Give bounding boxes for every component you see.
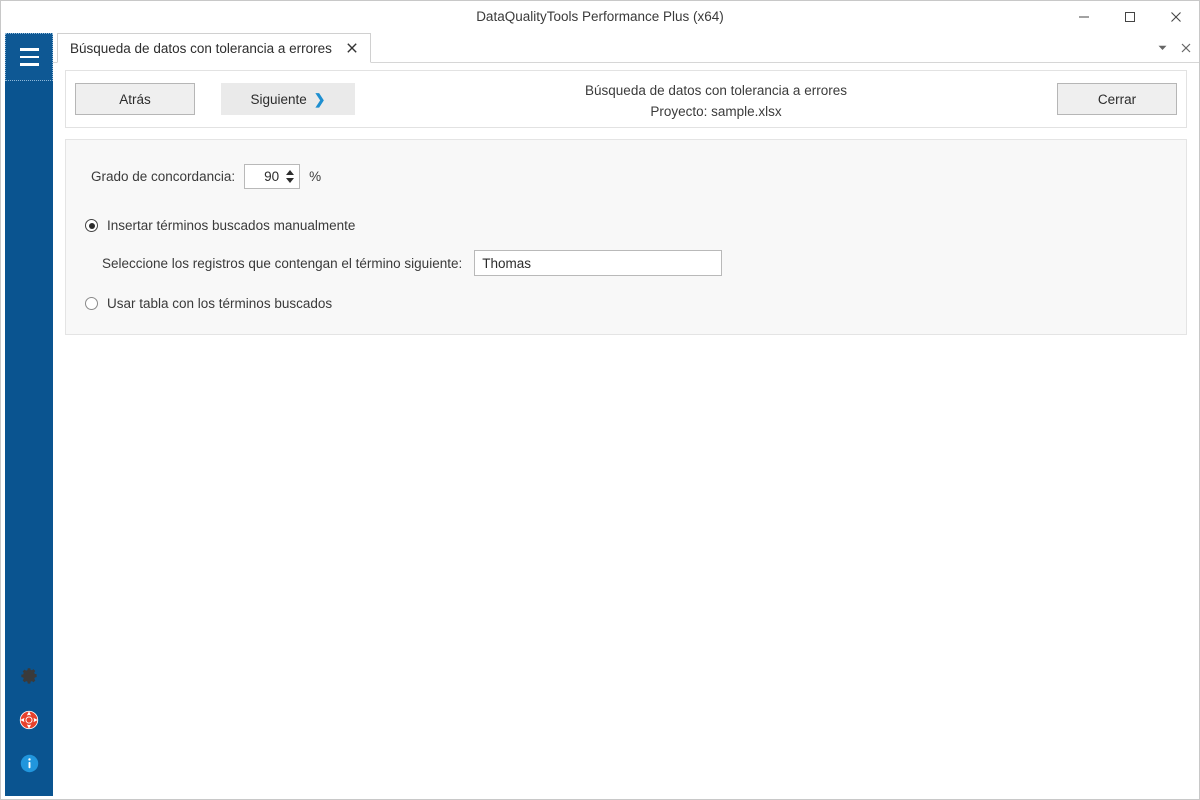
search-term-label: Seleccione los registros que contengan e… <box>102 255 463 271</box>
radio-manual-label: Insertar términos buscados manualmente <box>107 218 356 233</box>
close-button[interactable] <box>1153 1 1199 33</box>
stepper-down-icon[interactable] <box>285 178 294 183</box>
title-bar: DataQualityTools Performance Plus (x64) <box>1 1 1199 33</box>
close-wizard-label: Cerrar <box>1097 91 1137 107</box>
menu-icon-bar-2 <box>19 55 39 59</box>
close-tab-icon[interactable] <box>1179 40 1193 56</box>
back-button-label: Atrás <box>119 91 151 107</box>
match-degree-label: Grado de concordancia: <box>91 169 236 184</box>
lifebuoy-icon <box>19 710 39 735</box>
gear-icon <box>20 666 39 690</box>
chevron-right-icon: ❯ <box>313 91 326 107</box>
tab-strip: Búsqueda de datos con tolerancia a error… <box>53 33 1199 63</box>
window-title: DataQualityTools Performance Plus (x64) <box>476 9 724 24</box>
info-icon <box>20 754 39 778</box>
project-subtitle: Proyecto: sample.xlsx <box>650 104 782 119</box>
radio-table-icon[interactable] <box>85 297 98 310</box>
menu-button[interactable] <box>5 33 53 81</box>
stepper-arrows <box>283 165 299 188</box>
menu-icon-bar-3 <box>19 63 39 66</box>
radio-option-manual[interactable]: Insertar términos buscados manualmente <box>85 218 355 233</box>
close-wizard-button[interactable]: Cerrar <box>1057 83 1177 115</box>
page-title: Búsqueda de datos con tolerancia a error… <box>585 83 847 98</box>
maximize-button[interactable] <box>1107 1 1153 33</box>
minimize-button[interactable] <box>1061 1 1107 33</box>
radio-table-label: Usar tabla con los términos buscados <box>107 296 333 311</box>
back-button[interactable]: Atrás <box>75 83 195 115</box>
window-controls <box>1061 1 1199 33</box>
match-degree-stepper[interactable]: 90 <box>244 164 301 189</box>
next-button[interactable]: Siguiente ❯ <box>221 83 355 115</box>
tab-strip-controls <box>1155 33 1193 63</box>
command-bar: Atrás Siguiente ❯ Búsqueda de datos con … <box>65 70 1187 128</box>
command-bar-heading: Búsqueda de datos con tolerancia a error… <box>396 80 1036 122</box>
chevron-down-icon[interactable] <box>1155 40 1169 56</box>
content-area: Atrás Siguiente ❯ Búsqueda de datos con … <box>53 63 1199 796</box>
application-window: DataQualityTools Performance Plus (x64) <box>0 0 1200 800</box>
next-button-label: Siguiente <box>250 91 307 107</box>
match-degree-row: Grado de concordancia: 90 % <box>91 164 321 189</box>
sidebar <box>5 33 53 796</box>
sidebar-item-info[interactable] <box>5 744 53 788</box>
sidebar-bottom-icons <box>5 656 53 788</box>
stepper-up-icon[interactable] <box>285 170 294 175</box>
tab-fuzzy-search[interactable]: Búsqueda de datos con tolerancia a error… <box>57 33 371 63</box>
match-degree-unit: % <box>309 169 322 184</box>
radio-option-table[interactable]: Usar tabla con los términos buscados <box>85 296 332 311</box>
match-degree-value: 90 <box>264 169 280 184</box>
settings-panel: Grado de concordancia: 90 % Insertar tér… <box>65 139 1187 335</box>
sidebar-item-settings[interactable] <box>5 656 53 700</box>
menu-icon <box>19 48 39 51</box>
radio-manual-icon[interactable] <box>85 219 98 232</box>
search-term-input[interactable] <box>474 250 723 276</box>
tab-close-icon[interactable] <box>344 40 360 56</box>
sidebar-item-support[interactable] <box>5 700 53 744</box>
search-term-row: Seleccione los registros que contengan e… <box>102 250 723 276</box>
tab-label: Búsqueda de datos con tolerancia a error… <box>70 40 332 56</box>
